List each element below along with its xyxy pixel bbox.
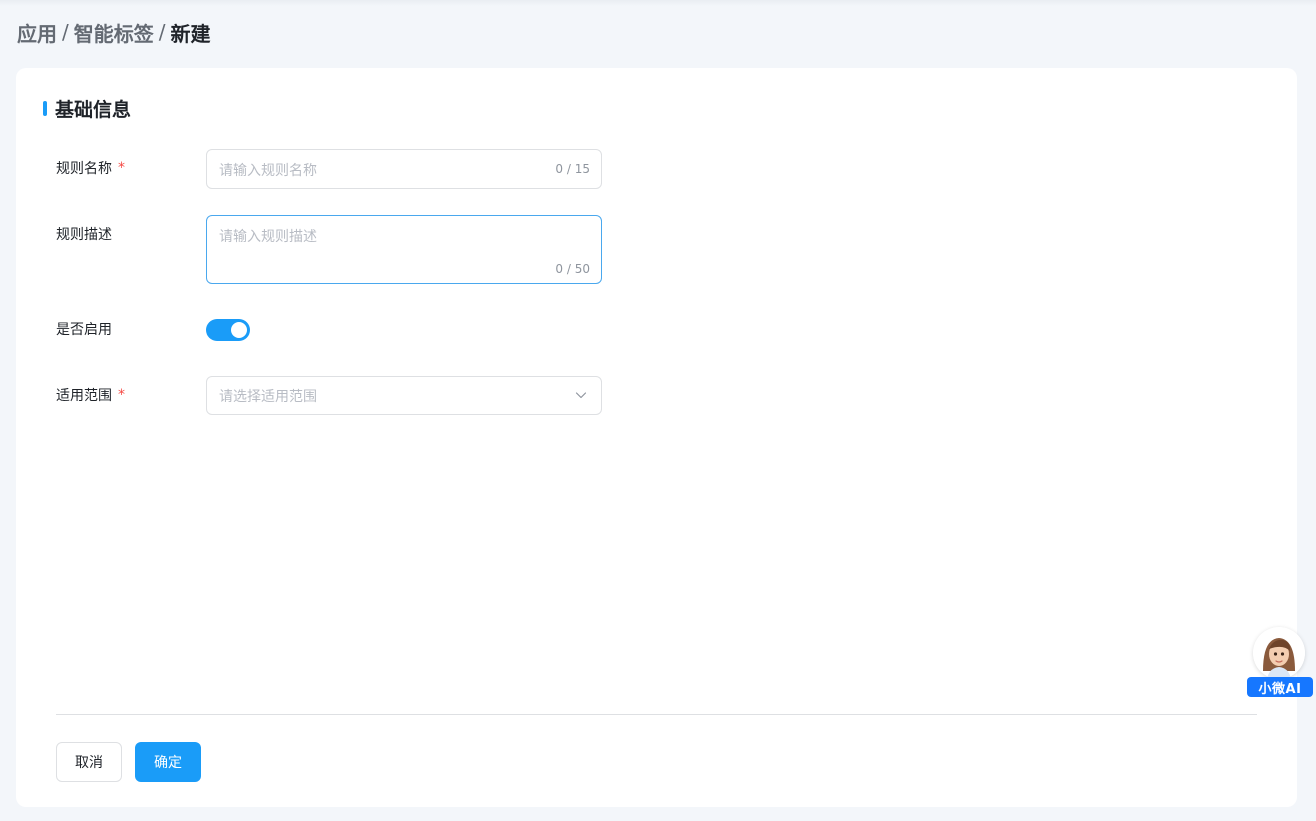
breadcrumb-separator: / — [62, 20, 69, 44]
rule-desc-counter: 0 / 50 — [555, 262, 590, 276]
rule-name-placeholder: 请输入规则名称 — [219, 163, 317, 179]
assistant-avatar-icon — [1253, 627, 1305, 679]
confirm-button[interactable]: 确定 — [135, 742, 201, 782]
section-title-marker — [43, 100, 47, 116]
cancel-button[interactable]: 取消 — [56, 742, 122, 782]
enabled-label: 是否启用 — [56, 319, 112, 339]
section-header: 基础信息 — [43, 95, 131, 121]
enabled-toggle[interactable] — [206, 319, 250, 341]
ai-assistant-widget[interactable]: 小微AI — [1246, 627, 1314, 699]
scope-label: 适用范围 * — [56, 385, 125, 405]
rule-name-counter: 0 / 15 — [555, 162, 590, 176]
rule-desc-label: 规则描述 — [56, 224, 112, 244]
form-card: 基础信息 规则名称 * 请输入规则名称 0 / 15 规则描述 请输入规则描述 … — [16, 68, 1297, 807]
toggle-knob — [231, 322, 247, 338]
scope-select[interactable]: 请选择适用范围 — [206, 376, 602, 415]
section-title: 基础信息 — [55, 98, 132, 121]
rule-desc-placeholder: 请输入规则描述 — [219, 229, 317, 245]
top-shadow — [0, 0, 1316, 6]
breadcrumb-item-smart-tags[interactable]: 智能标签 — [74, 18, 154, 47]
scope-placeholder: 请选择适用范围 — [219, 389, 317, 405]
rule-name-label: 规则名称 * — [56, 158, 125, 178]
enabled-label-text: 是否启用 — [56, 322, 112, 338]
rule-desc-label-text: 规则描述 — [56, 227, 112, 243]
rule-name-input[interactable]: 请输入规则名称 0 / 15 — [206, 149, 602, 189]
breadcrumb-item-apps[interactable]: 应用 — [17, 18, 57, 47]
rule-desc-textarea[interactable]: 请输入规则描述 0 / 50 — [206, 215, 602, 284]
required-mark: * — [118, 387, 125, 403]
breadcrumb-separator: / — [158, 20, 166, 44]
breadcrumb: 应用 / 智能标签 / 新建 — [17, 18, 211, 46]
scope-label-text: 适用范围 — [56, 388, 112, 404]
rule-name-label-text: 规则名称 — [56, 161, 112, 177]
footer-divider — [56, 714, 1257, 715]
required-mark: * — [118, 160, 125, 176]
chevron-down-icon — [575, 392, 587, 399]
breadcrumb-current: 新建 — [170, 21, 211, 46]
assistant-label: 小微AI — [1247, 677, 1313, 697]
